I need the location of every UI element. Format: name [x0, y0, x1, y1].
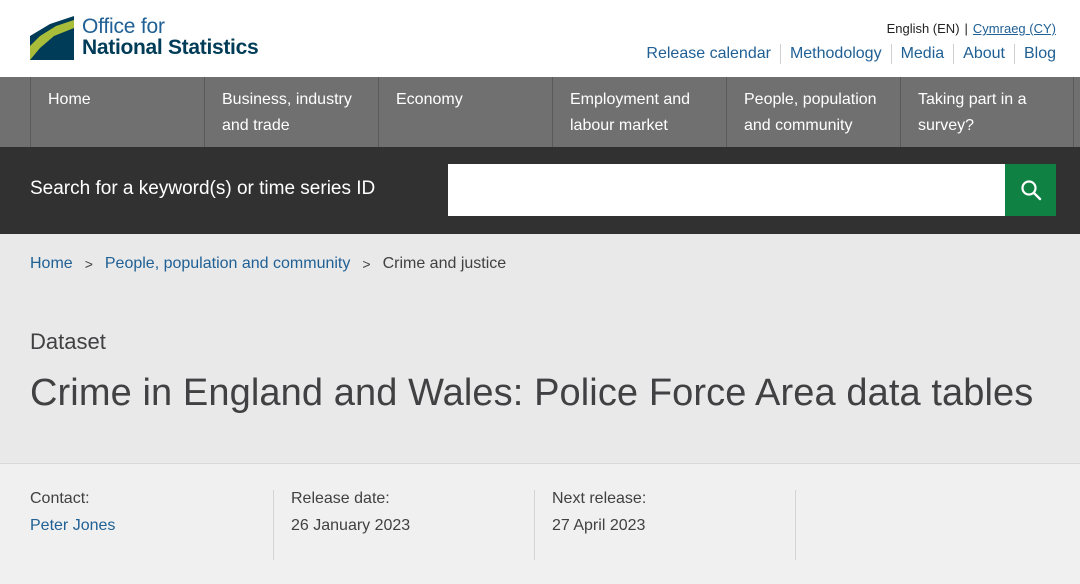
nav-item-people[interactable]: People, population and community	[726, 77, 900, 147]
lang-english: English (EN)	[886, 21, 960, 36]
search-label: Search for a keyword(s) or time series I…	[30, 178, 376, 199]
breadcrumb-home[interactable]: Home	[30, 255, 73, 273]
logo-line-2: National Statistics	[82, 36, 259, 59]
language-switcher: English (EN) | Cymraeg (CY)	[887, 21, 1056, 36]
blog-link[interactable]: Blog	[1013, 44, 1056, 64]
breadcrumb-people[interactable]: People, population and community	[105, 255, 351, 273]
site-header: Office for National Statistics English (…	[0, 0, 1080, 77]
nav-item-business[interactable]: Business, industry and trade	[204, 77, 378, 147]
methodology-link[interactable]: Methodology	[779, 44, 891, 64]
nav-item-economy[interactable]: Economy	[378, 77, 552, 147]
lang-welsh-link[interactable]: Cymraeg (CY)	[973, 21, 1056, 36]
breadcrumb-separator: >	[362, 256, 371, 272]
meta-next-release: Next release: 27 April 2023	[534, 490, 795, 560]
about-link[interactable]: About	[953, 44, 1014, 64]
ons-logo-icon	[30, 16, 74, 60]
release-date-label: Release date:	[291, 490, 390, 507]
breadcrumb-separator: >	[84, 256, 93, 272]
page-title: Crime in England and Wales: Police Force…	[30, 372, 1034, 414]
nav-item-survey[interactable]: Taking part in a survey?	[900, 77, 1074, 147]
nav-item-employment[interactable]: Employment and labour market	[552, 77, 726, 147]
contact-label: Contact:	[30, 490, 90, 507]
next-release-label: Next release:	[552, 490, 647, 507]
next-release-value: 27 April 2023	[552, 517, 646, 534]
release-date-value: 26 January 2023	[291, 517, 411, 534]
ons-logo-link[interactable]: Office for National Statistics	[30, 15, 259, 60]
release-calendar-link[interactable]: Release calendar	[637, 44, 780, 64]
meta-contact: Contact: Peter Jones	[30, 490, 272, 560]
ons-logo-text: Office for National Statistics	[82, 15, 259, 59]
search-input[interactable]	[448, 164, 1005, 216]
contact-link[interactable]: Peter Jones	[30, 517, 115, 534]
logo-line-1: Office for	[82, 15, 165, 38]
primary-nav: Home Business, industry and trade Econom…	[0, 77, 1080, 147]
dataset-meta: Contact: Peter Jones Release date: 26 Ja…	[0, 463, 1080, 584]
nav-item-home[interactable]: Home	[30, 77, 204, 147]
breadcrumb-current: Crime and justice	[382, 255, 507, 272]
search-icon	[1020, 180, 1041, 201]
search-bar: Search for a keyword(s) or time series I…	[0, 147, 1080, 234]
search-button[interactable]	[1005, 164, 1056, 216]
page-type-label: Dataset	[30, 329, 106, 354]
meta-empty-column	[795, 490, 1039, 560]
lang-separator: |	[964, 21, 968, 36]
media-link[interactable]: Media	[890, 44, 954, 64]
meta-release-date: Release date: 26 January 2023	[273, 490, 534, 560]
utility-links: Release calendar Methodology Media About…	[637, 44, 1056, 64]
breadcrumb: Home > People, population and community …	[30, 255, 506, 273]
